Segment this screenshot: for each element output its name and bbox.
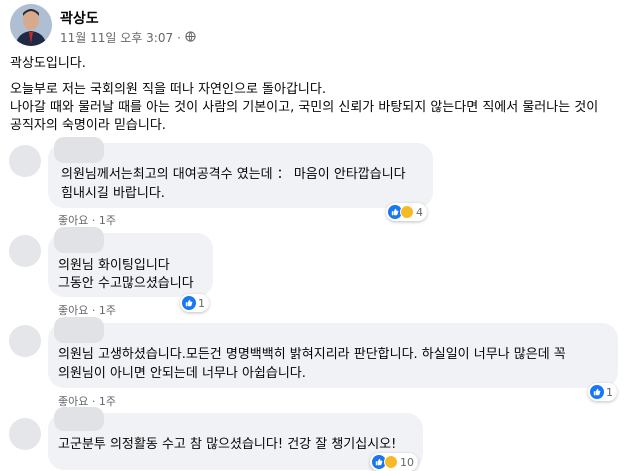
comment-text: 의원님이 아니면 안되는데 너무나 아쉽습니다. — [58, 366, 306, 381]
haha-reaction-icon — [400, 205, 414, 219]
comment-actions: 좋아요 · 1주 — [58, 304, 116, 317]
comment-text: 의원님 고생하셨습니다.모든건 명명백백히 밝혀지리라 판단합니다. 하실일이 … — [58, 347, 566, 362]
author-photo — [10, 4, 52, 46]
like-reaction-icon — [590, 385, 604, 399]
commenter-name-blurred[interactable] — [54, 137, 104, 163]
comment-age[interactable]: 1주 — [99, 214, 116, 227]
meta-separator: · — [177, 30, 181, 45]
comment-text: 의원님께서는최고의 대여공격수 였는데 ： 마음이 안타깝습니다 — [61, 167, 406, 182]
post-text-line: 오늘부로 저는 국회의원 직을 떠나 자연인으로 돌아갑니다. — [10, 82, 326, 97]
like-link[interactable]: 좋아요 — [58, 214, 88, 227]
reaction-count: 1 — [198, 296, 205, 310]
comment-bubble: 의원님 고생하셨습니다.모든건 명명백백히 밝혀지리라 판단합니다. 하실일이 … — [48, 317, 618, 388]
author-avatar[interactable] — [10, 4, 52, 46]
post-timestamp[interactable]: 11월 11일 오후 3:07 — [60, 29, 173, 46]
globe-icon — [185, 30, 196, 45]
reaction-count: 1 — [606, 385, 613, 399]
reaction-summary[interactable]: 1 — [180, 294, 209, 312]
reaction-count: 4 — [416, 205, 423, 219]
comment-bubble: 고군분투 의정활동 수고 참 많으셨습니다! 건강 잘 챙기십시오! — [48, 407, 423, 470]
post-text-line: 곽상도입니다. — [10, 56, 86, 71]
comment-actions: 좋아요 · 1주 — [58, 214, 116, 227]
comment-text: 힘내시길 바랍니다. — [61, 186, 165, 201]
comment-text: 고군분투 의정활동 수고 참 많으셨습니다! 건강 잘 챙기십시오! — [58, 437, 397, 452]
commenter-name-blurred[interactable] — [54, 317, 104, 343]
haha-reaction-icon — [384, 455, 398, 469]
like-link[interactable]: 좋아요 — [58, 304, 88, 317]
commenter-avatar[interactable] — [9, 418, 41, 450]
commenter-name-blurred[interactable] — [54, 407, 104, 431]
commenter-avatar[interactable] — [9, 325, 41, 357]
author-name[interactable]: 곽상도 — [60, 8, 99, 28]
post-text-line: 공직자의 숙명이라 믿습니다. — [10, 118, 166, 133]
comment-text: 그동안 수고많으셨습니다 — [58, 276, 194, 291]
comment-bubble: 의원님 화이팅입니다 그동안 수고많으셨습니다 — [48, 227, 213, 297]
reaction-summary[interactable]: 4 — [386, 203, 427, 221]
commenter-avatar[interactable] — [9, 145, 41, 177]
reaction-summary[interactable]: 10 — [370, 453, 418, 471]
comment-bubble: 의원님께서는최고의 대여공격수 였는데 ： 마음이 안타깝습니다 힘내시길 바랍… — [48, 137, 433, 208]
post-meta: 11월 11일 오후 3:07 · — [60, 29, 196, 46]
comment-age[interactable]: 1주 — [99, 304, 116, 317]
like-reaction-icon — [182, 296, 196, 310]
reaction-count: 10 — [400, 455, 414, 469]
commenter-avatar[interactable] — [9, 235, 41, 267]
reaction-summary[interactable]: 1 — [588, 383, 617, 401]
comment-age[interactable]: 1주 — [99, 395, 116, 408]
commenter-name-blurred[interactable] — [54, 227, 104, 253]
post-text-line: 나아갈 때와 물러날 때를 아는 것이 사람의 기본이고, 국민의 신뢰가 바탕… — [10, 100, 599, 115]
comment-text: 의원님 화이팅입니다 — [58, 258, 170, 273]
